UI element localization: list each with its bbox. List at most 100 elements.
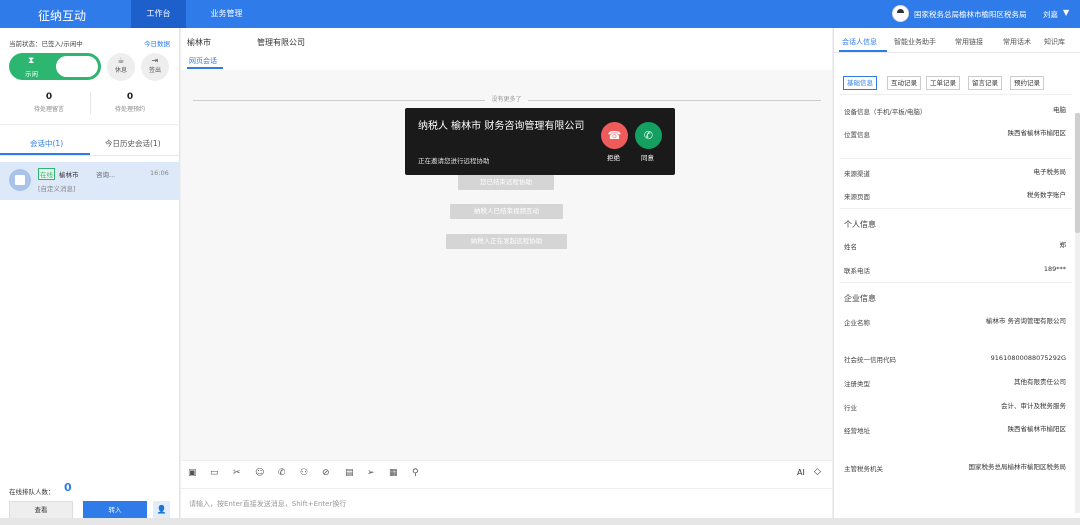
transfer-in-button[interactable]: 转入 [83, 501, 147, 519]
subtab-message-records[interactable]: 留言记录 [968, 76, 1002, 90]
subtab-booking-records[interactable]: 预约记录 [1010, 76, 1044, 90]
chat-panel: 榆林市 管理有限公司 网页会话 没有更多了 您已结束远程协助 纳税人已结束视频互… [181, 28, 832, 525]
conversation-snippet: 咨询... [96, 171, 116, 179]
user-search-icon[interactable]: ⚲ [412, 468, 419, 478]
emoji-icon[interactable]: ☺ [255, 468, 264, 478]
reject-label: 拒绝 [607, 154, 620, 162]
conversation-list-item[interactable]: 在线 榆林市 咨询... 16:06 [自定义消息] [0, 162, 180, 200]
org-name: 国家税务总局榆林市榆阳区税务局 [914, 10, 1027, 19]
app-title: 征纳互动 [38, 9, 87, 23]
person-icon[interactable]: 👤 [153, 501, 170, 519]
pending-messages-label: 待处理留言 [33, 106, 64, 113]
field-value: 陕西省榆林市榆阳区 [1007, 129, 1067, 137]
field-label: 姓名 [844, 243, 857, 251]
tab-common-links[interactable]: 常用链接 [955, 37, 983, 47]
subtab-basic-info[interactable]: 基础信息 [843, 76, 877, 90]
send-icon[interactable]: ➢ [367, 468, 375, 478]
reject-call-button[interactable]: ☎ [601, 122, 628, 149]
popup-title: 纳税人 榆林市 财务咨询管理有限公司 [418, 121, 585, 132]
tab-contact-info[interactable]: 会话人信息 [842, 37, 877, 47]
tab-in-conversation[interactable]: 会话中(1) [30, 138, 63, 149]
idle-toggle[interactable]: ⧗ 示闲 [9, 53, 101, 80]
popup-subtitle: 正在邀请您进行远程协助 [418, 157, 490, 165]
phone-icon[interactable]: ✆ [278, 468, 286, 478]
tab-common-phrases[interactable]: 常用话术 [1003, 37, 1031, 47]
field-value: 国家税务总局榆林市榆阳区税务局 [968, 463, 1067, 471]
tab-today-history[interactable]: 今日历史会话(1) [105, 138, 161, 149]
field-label: 来源渠道 [844, 170, 870, 178]
scrollbar[interactable] [1075, 113, 1080, 513]
logout-label: 签出 [148, 67, 161, 74]
field-label: 主管税务机关 [844, 465, 883, 473]
field-value: 榆林市 务咨询管理有限公司 [985, 317, 1066, 325]
tab-web-session[interactable]: 网页会话 [189, 56, 217, 66]
field-label: 位置信息 [844, 131, 870, 139]
system-message: 纳税人已结束视频互动 [450, 204, 563, 219]
pending-messages-count: 0 [45, 92, 53, 102]
logout-button[interactable]: ⇥ 签出 [141, 53, 169, 81]
rest-button[interactable]: ☕ 休息 [107, 53, 135, 81]
field-label: 设备信息（手机/平板/电脑） [844, 108, 927, 116]
today-data-link[interactable]: 今日数据 [144, 38, 170, 48]
divider [840, 158, 1072, 159]
image-icon[interactable]: ▣ [188, 468, 197, 478]
chevron-down-icon[interactable]: ▼ [1063, 8, 1069, 17]
field-label: 注册类型 [844, 380, 870, 388]
queue-count: 0 [64, 481, 72, 494]
accept-call-button[interactable]: ✆ [635, 122, 662, 149]
contact-company: 管理有限公司 [257, 38, 305, 47]
chat-toolbar: ▣ ▭ ✂ ☺ ✆ ⚇ ⊘ ▤ ➢ ▦ ⚲ AI ◇ [181, 460, 832, 488]
rest-label: 休息 [114, 67, 127, 74]
tab-knowledge-base[interactable]: 知识库 [1044, 37, 1065, 47]
exit-icon: ⇥ [151, 56, 159, 65]
field-value: 会计、审计及税务服务 [1001, 402, 1066, 410]
document-icon[interactable]: ▦ [389, 468, 398, 478]
field-value: 电子税务局 [1033, 168, 1067, 176]
left-panel: 当前状态：已签入/示闲中 今日数据 ⧗ 示闲 ☕ 休息 ⇥ 签出 0 待处理留言… [0, 28, 180, 525]
tab-smart-assistant[interactable]: 智能业务助手 [894, 37, 936, 47]
field-label: 联系电话 [844, 267, 870, 275]
section-company-info: 企业信息 [844, 294, 876, 303]
scissors-icon[interactable]: ✂ [233, 468, 241, 478]
field-value: 189*** [1043, 265, 1066, 273]
subtab-interaction-records[interactable]: 互动记录 [887, 76, 921, 90]
field-label: 企业名称 [844, 319, 870, 327]
toggle-knob[interactable] [56, 56, 98, 77]
agent-status: 当前状态：已签入/示闲中 [9, 40, 83, 48]
message-input[interactable]: 请输入，按Enter直接发送消息，Shift+Enter换行 [181, 488, 832, 518]
remote-assist-invite-popup: 纳税人 榆林市 财务咨询管理有限公司 正在邀请您进行远程协助 ☎ ✆ 拒绝 同意 [405, 108, 675, 175]
field-value: 税务数字账户 [1027, 191, 1066, 199]
query-button[interactable]: 查看 [9, 501, 73, 519]
scrollbar-thumb[interactable] [1075, 113, 1080, 233]
subtab-ticket-records[interactable]: 工单记录 [926, 76, 960, 90]
user-name[interactable]: 刘嘉 [1043, 9, 1058, 20]
field-value: 郑 [1059, 241, 1067, 249]
system-message: 您已结束远程协助 [458, 175, 554, 190]
folder-icon[interactable]: ▭ [210, 468, 219, 478]
divider [834, 52, 1080, 53]
link-icon[interactable]: ⊘ [322, 468, 330, 478]
nav-business-management[interactable]: 业务管理 [199, 0, 254, 28]
phone-icon: ✆ [643, 129, 654, 142]
pending-bookings[interactable]: 0 待处理预约 [90, 92, 170, 113]
group-icon[interactable]: ⚇ [300, 468, 308, 478]
contact-name: 榆林市 [187, 38, 211, 47]
divider [840, 208, 1072, 209]
pending-bookings-label: 待处理预约 [114, 106, 145, 113]
pending-messages[interactable]: 0 待处理留言 [9, 92, 89, 113]
eraser-icon[interactable]: ◇ [814, 467, 821, 477]
info-panel: 会话人信息 智能业务助手 常用链接 常用话术 知识库 基础信息 互动记录 工单记… [833, 28, 1080, 525]
ai-button[interactable]: AI [797, 468, 805, 477]
field-value: 其他有限责任公司 [1014, 378, 1066, 386]
user-avatar[interactable] [892, 5, 909, 22]
divider [0, 124, 180, 125]
conversation-time: 16:06 [150, 169, 169, 177]
screen-icon[interactable]: ▤ [345, 468, 354, 478]
divider [840, 94, 1072, 95]
field-label: 社会统一信用代码 [844, 356, 896, 364]
nav-workbench[interactable]: 工作台 [131, 0, 186, 28]
hourglass-icon: ⧗ [28, 56, 35, 66]
section-personal-info: 个人信息 [844, 220, 876, 229]
field-label: 行业 [844, 404, 857, 412]
horizontal-scrollbar[interactable] [0, 518, 1080, 525]
